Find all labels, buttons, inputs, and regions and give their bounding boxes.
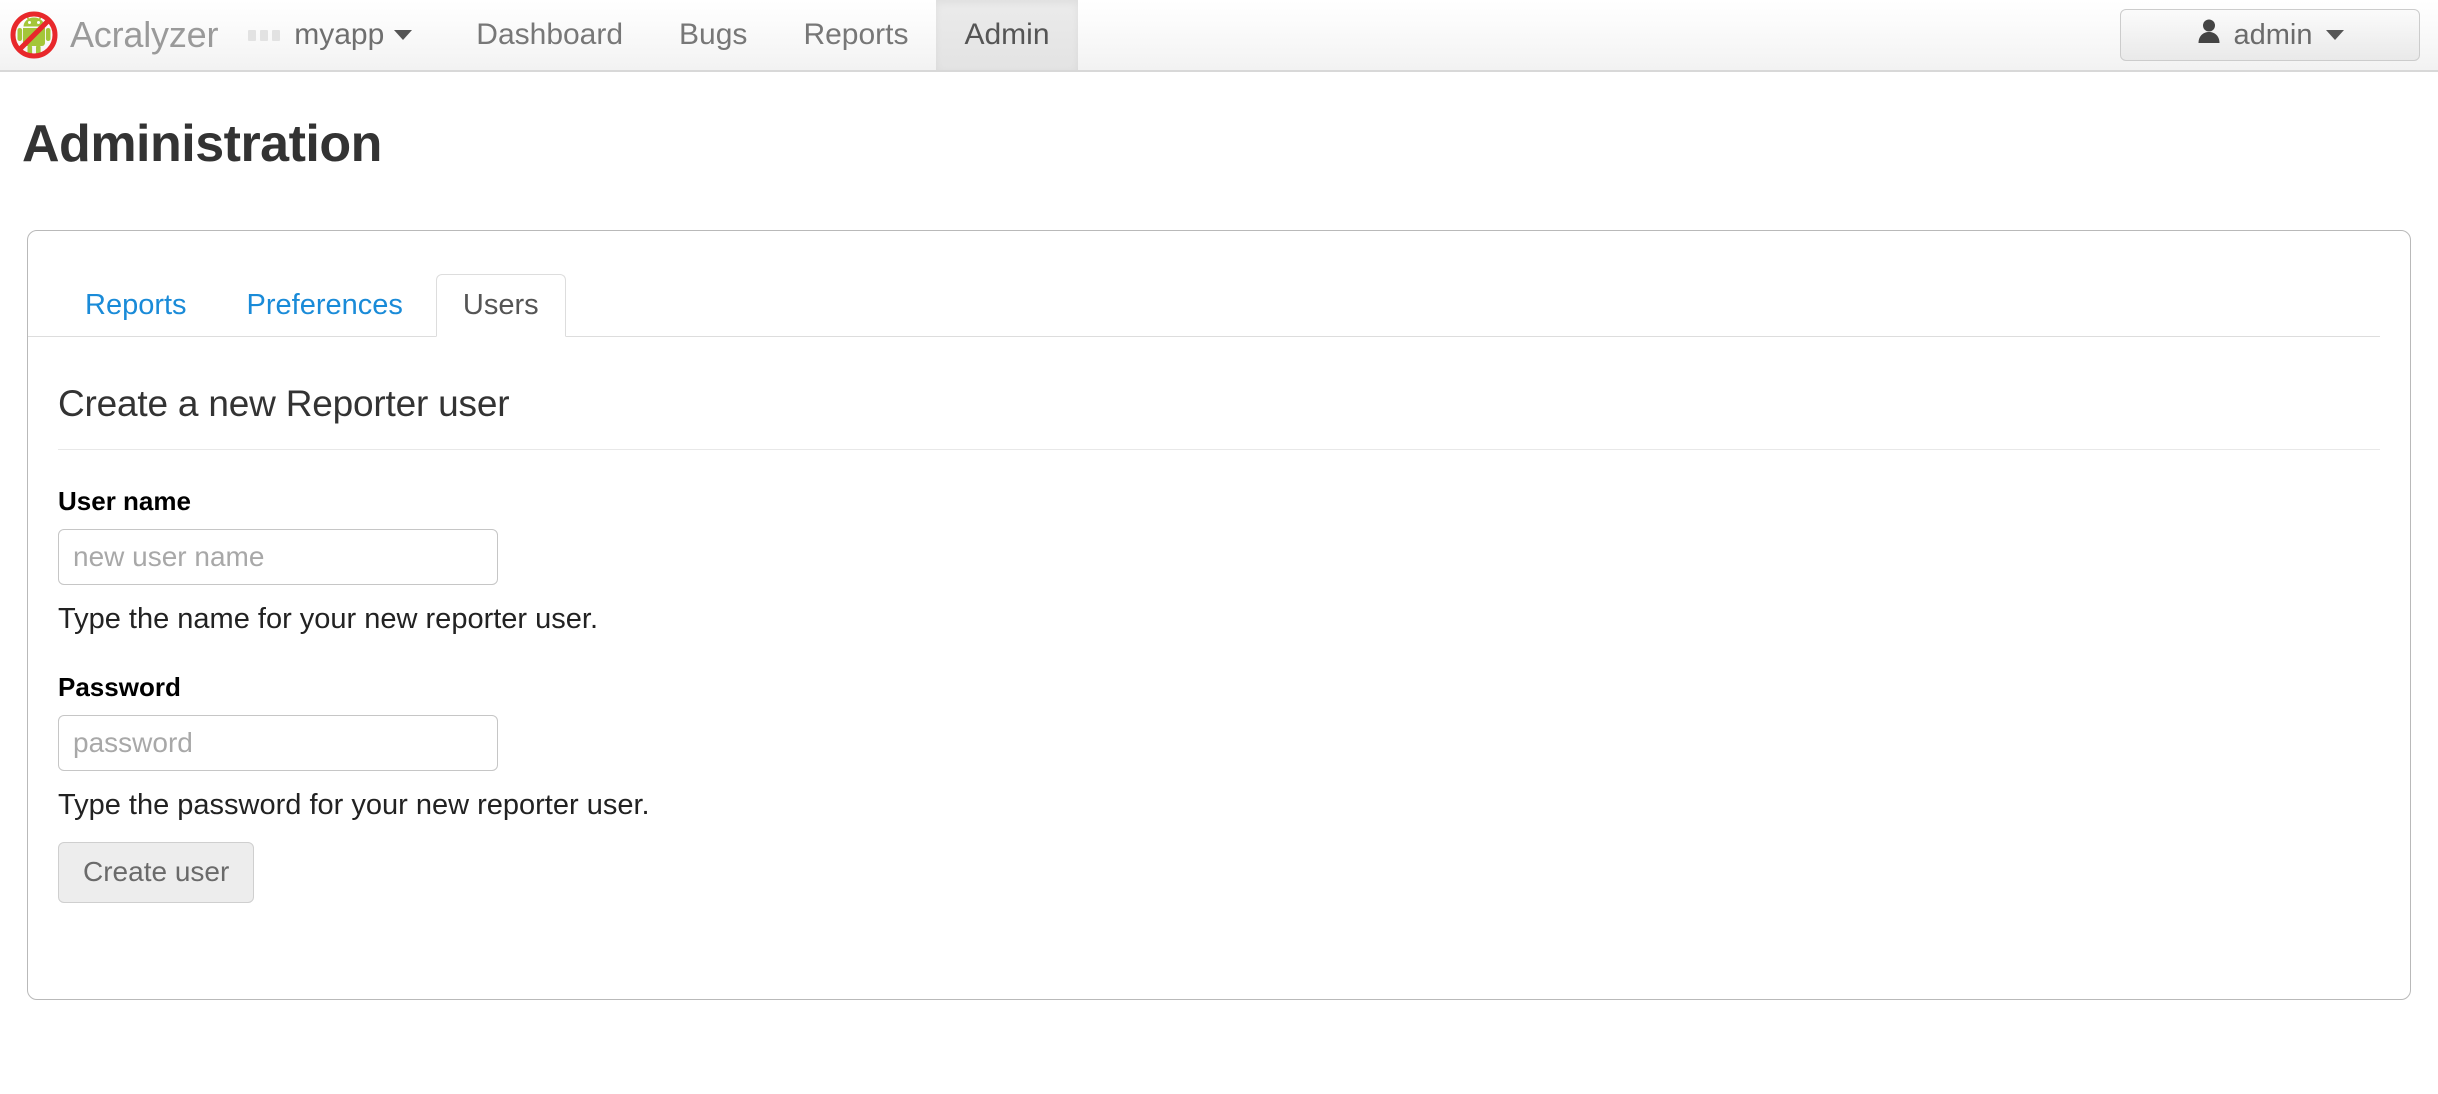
caret-down-icon [2325, 30, 2344, 40]
form-heading: Create a new Reporter user [58, 383, 2380, 450]
create-user-button[interactable]: Create user [58, 842, 255, 903]
person-icon [2197, 18, 2221, 52]
brand-zone: Acralyzer [0, 0, 218, 70]
user-menu-label: admin [2233, 18, 2313, 51]
top-navbar: Acralyzer myapp Dashboard Bugs Reports A… [0, 0, 2438, 72]
nav-link-reports[interactable]: Reports [775, 0, 936, 70]
tab-users[interactable]: Users [435, 274, 566, 337]
admin-tabs: Reports Preferences Users [28, 231, 2380, 337]
primary-nav: Dashboard Bugs Reports Admin [448, 0, 1078, 70]
nav-link-bugs[interactable]: Bugs [651, 0, 775, 70]
username-help-text: Type the name for your new reporter user… [58, 603, 598, 635]
navbar-right: admin [2120, 0, 2438, 70]
page-title: Administration [22, 115, 382, 173]
password-group: Password Type the password for your new … [58, 672, 2380, 822]
nav-link-admin[interactable]: Admin [936, 0, 1078, 70]
password-help-text: Type the password for your new reporter … [58, 789, 650, 821]
password-input[interactable] [58, 715, 498, 771]
app-selector-dropdown[interactable]: myapp [294, 0, 413, 70]
tab-preferences[interactable]: Preferences [220, 274, 430, 337]
caret-down-icon [394, 30, 413, 40]
tab-reports[interactable]: Reports [58, 274, 214, 337]
android-prohibited-icon [10, 11, 58, 59]
username-group: User name Type the name for your new rep… [58, 486, 2380, 636]
username-label: User name [58, 486, 191, 516]
admin-panel: Reports Preferences Users Create a new R… [27, 230, 2411, 1000]
user-menu-button[interactable]: admin [2120, 9, 2420, 61]
brand-name[interactable]: Acralyzer [70, 14, 218, 56]
username-input[interactable] [58, 529, 498, 585]
app-selector-label: myapp [294, 18, 385, 51]
app-dots-icon[interactable] [248, 0, 281, 70]
page-body: Administration Reports Preferences Users… [0, 114, 2438, 1000]
password-label: Password [58, 672, 181, 702]
create-user-form: Create a new Reporter user User name Typ… [28, 383, 2410, 903]
nav-link-dashboard[interactable]: Dashboard [448, 0, 651, 70]
